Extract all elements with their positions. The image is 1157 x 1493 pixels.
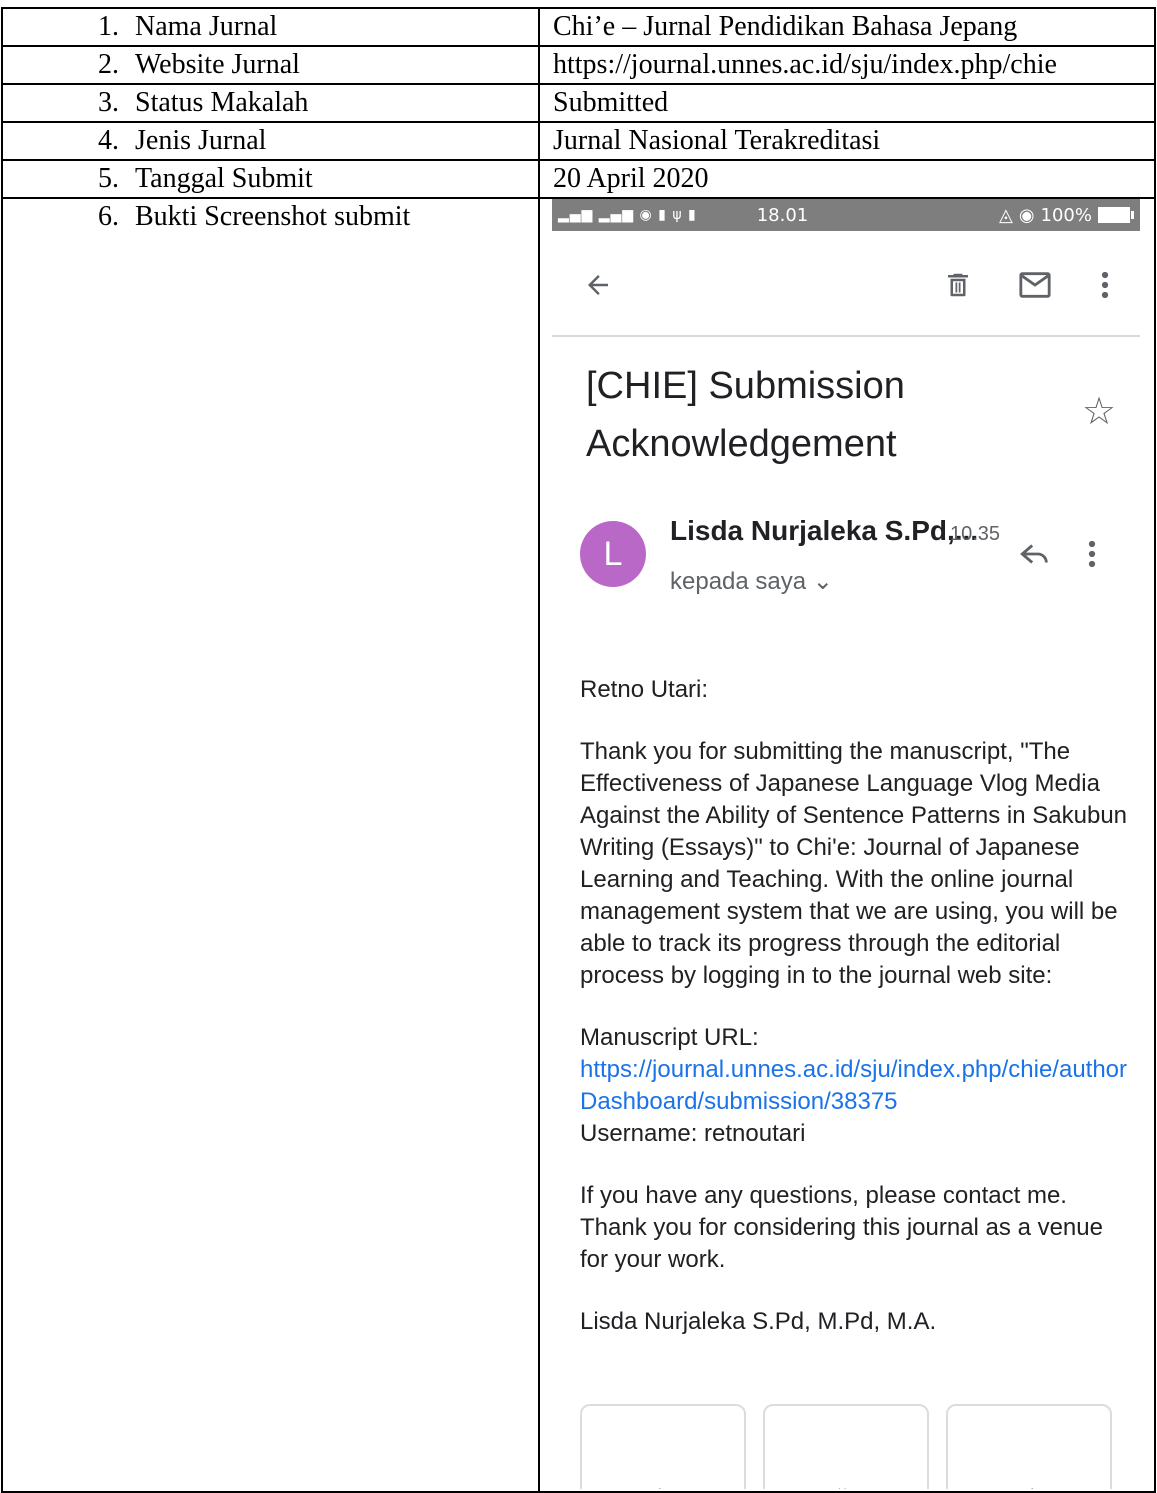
- row-value: 20 April 2020: [538, 159, 1156, 199]
- status-time: 18.01: [756, 204, 809, 226]
- row-value: Submitted: [538, 83, 1156, 123]
- table-row: 4. Jenis Jurnal Jurnal Nasional Terakredi…: [1, 121, 1156, 161]
- chevron-down-icon: ⌄: [812, 568, 833, 595]
- more-vert-icon[interactable]: [1087, 267, 1123, 303]
- document-page: 1. Nama Jurnal Chi’e – Jurnal Pendidikan …: [0, 0, 1157, 1493]
- alarm-icon: ◬: [998, 204, 1013, 226]
- reply-actions: [580, 1404, 1140, 1489]
- body-paragraph: If you have any questions, please contac…: [580, 1182, 1103, 1273]
- avatar[interactable]: L: [580, 521, 646, 587]
- signature: Lisda Nurjaleka S.Pd, M.Pd, M.A.: [580, 1308, 937, 1335]
- row-label: Website Jurnal: [135, 49, 300, 80]
- row-label: Tanggal Submit: [135, 163, 313, 194]
- row-label: Status Makalah: [135, 87, 309, 118]
- back-arrow-icon[interactable]: [580, 267, 616, 303]
- recipient-line[interactable]: kepada saya ⌄: [670, 567, 833, 596]
- reply-all-button[interactable]: [763, 1404, 929, 1489]
- row-label: Nama Jurnal: [135, 11, 278, 42]
- row-number: 4.: [98, 125, 119, 156]
- reply-icon[interactable]: [1018, 539, 1052, 576]
- email-body: Retno Utari: Thank you for submitting th…: [580, 674, 1128, 1368]
- phone-screenshot: ▂▄▆ ▂▄▆ ◉ ▮ ψ ▮ 18.01 ◬ ◉ 100% [CHIE] Su…: [552, 200, 1140, 1489]
- manuscript-link[interactable]: https://journal.unnes.ac.id/sju/index.ph…: [580, 1056, 1127, 1115]
- row-number: 2.: [98, 49, 119, 80]
- row-number: 5.: [98, 163, 119, 194]
- row-value: Chi’e – Jurnal Pendidikan Bahasa Jepang: [538, 7, 1156, 47]
- eye-icon: ◉: [1018, 204, 1035, 226]
- table-row: 1. Nama Jurnal Chi’e – Jurnal Pendidikan …: [1, 7, 1156, 47]
- battery-percent: 100%: [1040, 204, 1092, 226]
- reply-icon: [658, 1488, 661, 1489]
- recipient-text: kepada saya: [670, 568, 807, 595]
- table-row: 6. Bukti Screenshot submit ▂▄▆ ▂▄▆ ◉ ▮ ψ …: [1, 197, 1156, 1493]
- table-row: 3. Status Makalah Submitted: [1, 83, 1156, 123]
- row-label: Jenis Jurnal: [135, 125, 267, 156]
- battery-icon: [1098, 207, 1134, 223]
- trash-icon[interactable]: [940, 267, 976, 303]
- signal-icon: ▂▄▆ ▂▄▆ ◉ ▮ ψ ▮: [558, 207, 697, 223]
- star-icon[interactable]: ☆: [1082, 389, 1116, 433]
- greeting: Retno Utari:: [580, 676, 709, 703]
- row-label: Bukti Screenshot submit: [135, 201, 411, 232]
- more-vert-icon[interactable]: [1087, 539, 1097, 576]
- row-number: 6.: [98, 201, 119, 232]
- reply-all-icon: [838, 1488, 846, 1489]
- reply-button[interactable]: [580, 1404, 746, 1489]
- forward-icon: [1031, 1488, 1034, 1489]
- table-row: 5. Tanggal Submit 20 April 2020: [1, 159, 1156, 199]
- row-number: 3.: [98, 87, 119, 118]
- row-number: 1.: [98, 11, 119, 42]
- forward-button[interactable]: [946, 1404, 1112, 1489]
- username: Username: retnoutari: [580, 1120, 806, 1147]
- status-bar: ▂▄▆ ▂▄▆ ◉ ▮ ψ ▮ 18.01 ◬ ◉ 100%: [552, 200, 1140, 231]
- journal-info-table: 1. Nama Jurnal Chi’e – Jurnal Pendidikan …: [1, 7, 1156, 1493]
- sent-time: 10.35: [950, 523, 1001, 545]
- screenshot-cell: ▂▄▆ ▂▄▆ ◉ ▮ ψ ▮ 18.01 ◬ ◉ 100% [CHIE] Su…: [538, 197, 1156, 1493]
- email-subject: [CHIE] Submission Acknowledgement: [586, 365, 905, 465]
- sender-name: Lisda Nurjaleka S.Pd,...: [670, 515, 979, 546]
- table-row: 2. Website Jurnal https://journal.unnes.a…: [1, 45, 1156, 85]
- row-value: Jurnal Nasional Terakreditasi: [538, 121, 1156, 161]
- mail-icon[interactable]: [1017, 267, 1053, 303]
- url-label: Manuscript URL:: [580, 1024, 759, 1051]
- body-paragraph: Thank you for submitting the manuscript,…: [580, 738, 1128, 989]
- row-value: https://journal.unnes.ac.id/sju/index.ph…: [538, 45, 1156, 85]
- email-toolbar: [552, 231, 1140, 337]
